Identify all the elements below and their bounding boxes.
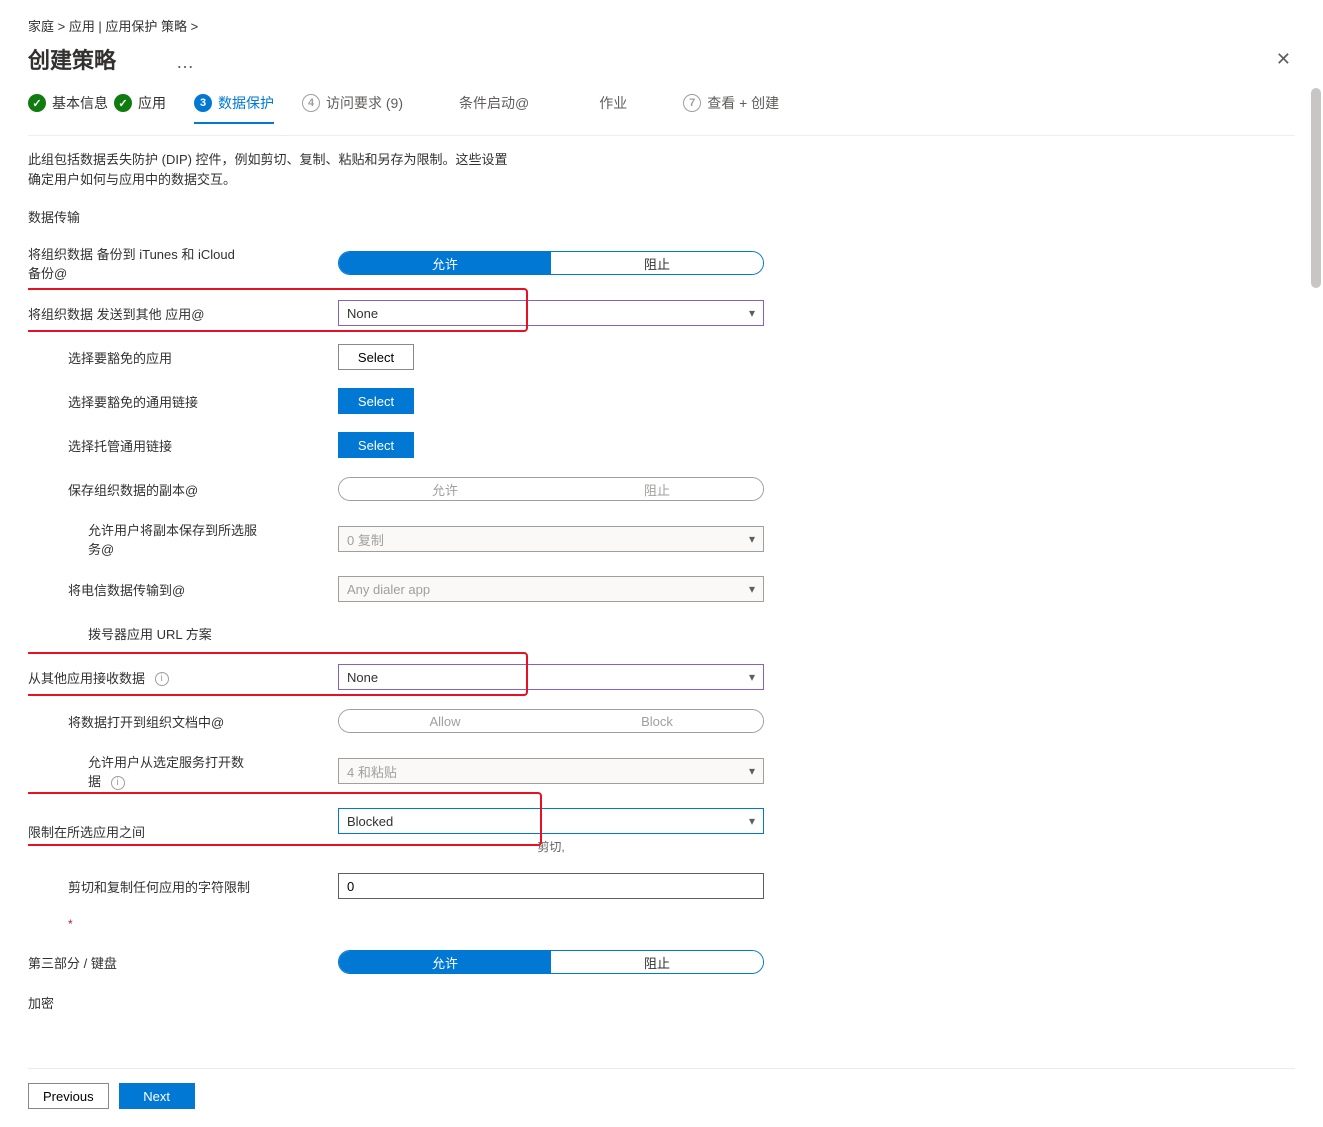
step-label: 作业 — [599, 93, 627, 113]
label-open-into-org-docs: 将数据打开到组织文档中@ — [28, 712, 338, 731]
toggle-third-party-keyboard[interactable]: 允许 阻止 — [338, 950, 764, 974]
step-label: 访问要求 (9) — [326, 93, 403, 113]
step-assignments[interactable]: 作业 — [599, 87, 627, 123]
wizard-steps: ✓ 基本信息 ✓ 应用 3 数据保护 4 访问要求 (9) 条件启动@ 作业 7… — [28, 87, 1295, 123]
input-cut-copy-limit[interactable] — [338, 873, 764, 899]
info-icon[interactable]: i — [155, 672, 169, 686]
select-managed-links-button[interactable]: Select — [338, 432, 414, 458]
label-cut-copy-limit: 剪切和复制任何应用的字符限制 — [28, 877, 338, 896]
chevron-down-icon: ▾ — [749, 582, 755, 596]
toggle-option-allow[interactable]: 允许 — [339, 252, 551, 274]
section-heading-data-transfer: 数据传输 — [28, 207, 1277, 226]
dropdown-open-services: 4 和粘贴 ▾ — [338, 758, 764, 784]
checkmark-icon: ✓ — [28, 94, 46, 112]
label-select-managed-links: 选择托管通用链接 — [28, 436, 338, 455]
dropdown-value: Blocked — [347, 814, 393, 829]
label-save-copies: 保存组织数据的副本@ — [28, 480, 338, 499]
toggle-option-block[interactable]: 阻止 — [551, 951, 763, 973]
dropdown-restrict-between-apps[interactable]: Blocked ▾ — [338, 808, 764, 834]
label-restrict-between-apps: 限制在所选应用之间 — [28, 822, 338, 841]
step-conditional-launch[interactable]: 条件启动@ — [459, 87, 529, 123]
step-review-create[interactable]: 7 查看 + 创建 — [683, 87, 779, 123]
toggle-option-allow[interactable]: 允许 — [339, 951, 551, 973]
dropdown-receive-from-other[interactable]: None ▾ — [338, 664, 764, 690]
dropdown-save-services: 0 复制 ▾ — [338, 526, 764, 552]
form-scroll-area[interactable]: 此组包括数据丢失防护 (DIP) 控件，例如剪切、复制、粘贴和另存为限制。这些设… — [28, 135, 1295, 1068]
label-transfer-telecom: 将电信数据传输到@ — [28, 580, 338, 599]
dropdown-send-org-data[interactable]: None ▾ — [338, 300, 764, 326]
label-allow-open-services: 允许用户从选定服务打开数据 i — [28, 752, 258, 790]
step-access-requirements[interactable]: 4 访问要求 (9) — [302, 87, 403, 123]
step-label: 数据保护 — [218, 93, 274, 113]
step-label: 基本信息 — [52, 93, 108, 113]
step-number-icon: 7 — [683, 94, 701, 112]
chevron-down-icon: ▾ — [749, 764, 755, 778]
dropdown-value: 0 复制 — [347, 530, 384, 549]
dropdown-value: 4 和粘贴 — [347, 762, 397, 781]
info-icon[interactable]: i — [111, 776, 125, 790]
toggle-option-block[interactable]: 阻止 — [551, 252, 763, 274]
scrollbar-thumb[interactable] — [1311, 88, 1321, 288]
toggle-option-allow: Allow — [339, 710, 551, 732]
chevron-down-icon: ▾ — [749, 532, 755, 546]
dropdown-transfer-telecom: Any dialer app ▾ — [338, 576, 764, 602]
dropdown-value: None — [347, 306, 378, 321]
chevron-down-icon: ▾ — [749, 306, 755, 320]
previous-button[interactable]: Previous — [28, 1083, 109, 1109]
label-select-exempt-links: 选择要豁免的通用链接 — [28, 392, 338, 411]
step-basics[interactable]: ✓ 基本信息 — [28, 87, 108, 123]
select-exempt-apps-button[interactable]: Select — [338, 344, 414, 370]
scrollbar[interactable] — [1311, 88, 1321, 1057]
toggle-option-allow[interactable]: 允许 — [339, 478, 551, 500]
required-indicator: * — [28, 917, 1277, 931]
dropdown-value: Any dialer app — [347, 582, 430, 597]
toggle-backup-itunes[interactable]: 允许 阻止 — [338, 251, 764, 275]
step-apps[interactable]: ✓ 应用 — [114, 87, 166, 123]
section-heading-encryption: 加密 — [28, 993, 1277, 1012]
toggle-option-block: Block — [551, 710, 763, 732]
label-select-exempt-apps: 选择要豁免的应用 — [28, 348, 338, 367]
step-number-icon: 4 — [302, 94, 320, 112]
step-number-icon: 3 — [194, 94, 212, 112]
step-label: 查看 + 创建 — [707, 93, 779, 113]
chevron-down-icon: ▾ — [749, 670, 755, 684]
step-data-protection[interactable]: 3 数据保护 — [194, 87, 274, 123]
dropdown-value: None — [347, 670, 378, 685]
label-send-org-data: 将组织数据 发送到其他 应用@ — [28, 304, 338, 323]
close-icon[interactable]: ✕ — [1272, 45, 1295, 74]
page-options-ellipsis[interactable]: … — [176, 52, 194, 73]
wizard-footer: Previous Next — [28, 1068, 1295, 1127]
step-label: 应用 — [138, 93, 166, 113]
caption-cut: 剪切, — [338, 838, 764, 855]
step-label: 条件启动@ — [459, 93, 529, 113]
section-description: 此组包括数据丢失防护 (DIP) 控件，例如剪切、复制、粘贴和另存为限制。这些设… — [28, 150, 508, 189]
toggle-open-into-org-docs: Allow Block — [338, 709, 764, 733]
label-dialer-scheme: 拨号器应用 URL 方案 — [28, 624, 338, 643]
page-title: 创建策略 — [28, 43, 116, 75]
breadcrumb[interactable]: 家庭 > 应用 | 应用保护 策略 > — [28, 16, 1295, 35]
checkmark-icon: ✓ — [114, 94, 132, 112]
chevron-down-icon: ▾ — [749, 814, 755, 828]
select-exempt-links-button[interactable]: Select — [338, 388, 414, 414]
label-receive-from-other: 从其他应用接收数据 i — [28, 668, 338, 687]
label-backup-itunes: 将组织数据 备份到 iTunes 和 iCloud 备份@ — [28, 244, 258, 282]
label-allow-save-services: 允许用户将副本保存到所选服务@ — [28, 520, 278, 558]
toggle-option-block[interactable]: 阻止 — [551, 478, 763, 500]
label-third-party-keyboard: 第三部分 / 键盘 — [28, 953, 338, 972]
toggle-save-copies[interactable]: 允许 阻止 — [338, 477, 764, 501]
next-button[interactable]: Next — [119, 1083, 195, 1109]
